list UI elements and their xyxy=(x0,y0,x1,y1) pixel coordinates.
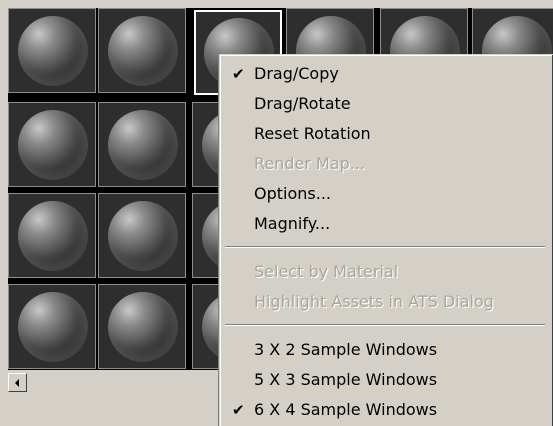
sample-slot[interactable] xyxy=(8,8,96,93)
material-sphere-preview xyxy=(18,201,88,271)
material-sphere-preview xyxy=(18,110,88,180)
checkmark-icon: ✔ xyxy=(232,401,245,419)
sample-slot[interactable] xyxy=(8,102,96,187)
menu-separator xyxy=(225,246,545,248)
menu-item-label: Magnify... xyxy=(254,214,331,233)
menu-item-reset-rotation[interactable]: Reset Rotation xyxy=(223,119,549,149)
material-sphere-preview xyxy=(108,201,178,271)
material-sphere-preview xyxy=(108,110,178,180)
context-menu: ✔ Drag/Copy Drag/Rotate Reset Rotation R… xyxy=(219,54,553,426)
sample-slot[interactable] xyxy=(98,8,186,93)
menu-item-label: Options... xyxy=(254,184,331,203)
sample-slot[interactable] xyxy=(8,193,96,278)
sample-slot[interactable] xyxy=(98,193,186,278)
menu-separator xyxy=(225,324,545,326)
sample-slot[interactable] xyxy=(8,284,96,369)
menu-item-label: 5 X 3 Sample Windows xyxy=(254,370,438,389)
menu-item-label: Reset Rotation xyxy=(254,124,371,143)
menu-item-drag-rotate[interactable]: Drag/Rotate xyxy=(223,89,549,119)
material-sphere-preview xyxy=(108,292,178,362)
menu-item-label: Drag/Rotate xyxy=(254,94,351,113)
checkmark-icon: ✔ xyxy=(232,65,245,83)
menu-item-label: Drag/Copy xyxy=(254,64,339,83)
scroll-left-button[interactable] xyxy=(8,373,27,392)
material-editor-window: ✔ Drag/Copy Drag/Rotate Reset Rotation R… xyxy=(0,0,553,426)
left-arrow-icon xyxy=(15,379,19,387)
menu-item-magnify[interactable]: Magnify... xyxy=(223,209,549,239)
menu-item-label: 6 X 4 Sample Windows xyxy=(254,400,438,419)
menu-item-label: 3 X 2 Sample Windows xyxy=(254,340,438,359)
menu-item-label: Highlight Assets in ATS Dialog xyxy=(254,292,494,311)
menu-item-highlight-assets: Highlight Assets in ATS Dialog xyxy=(223,287,549,317)
menu-item-5x3-sample-windows[interactable]: 5 X 3 Sample Windows xyxy=(223,365,549,395)
menu-item-drag-copy[interactable]: ✔ Drag/Copy xyxy=(223,59,549,89)
sample-slot[interactable] xyxy=(98,102,186,187)
menu-item-label: Select by Material xyxy=(254,262,399,281)
menu-item-3x2-sample-windows[interactable]: 3 X 2 Sample Windows xyxy=(223,335,549,365)
material-sphere-preview xyxy=(18,292,88,362)
material-sphere-preview xyxy=(108,16,178,86)
sample-slot[interactable] xyxy=(98,284,186,369)
material-sphere-preview xyxy=(18,16,88,86)
menu-item-options[interactable]: Options... xyxy=(223,179,549,209)
menu-item-6x4-sample-windows[interactable]: ✔ 6 X 4 Sample Windows xyxy=(223,395,549,425)
menu-item-select-by-material: Select by Material xyxy=(223,257,549,287)
menu-item-render-map: Render Map... xyxy=(223,149,549,179)
menu-item-label: Render Map... xyxy=(254,154,366,173)
